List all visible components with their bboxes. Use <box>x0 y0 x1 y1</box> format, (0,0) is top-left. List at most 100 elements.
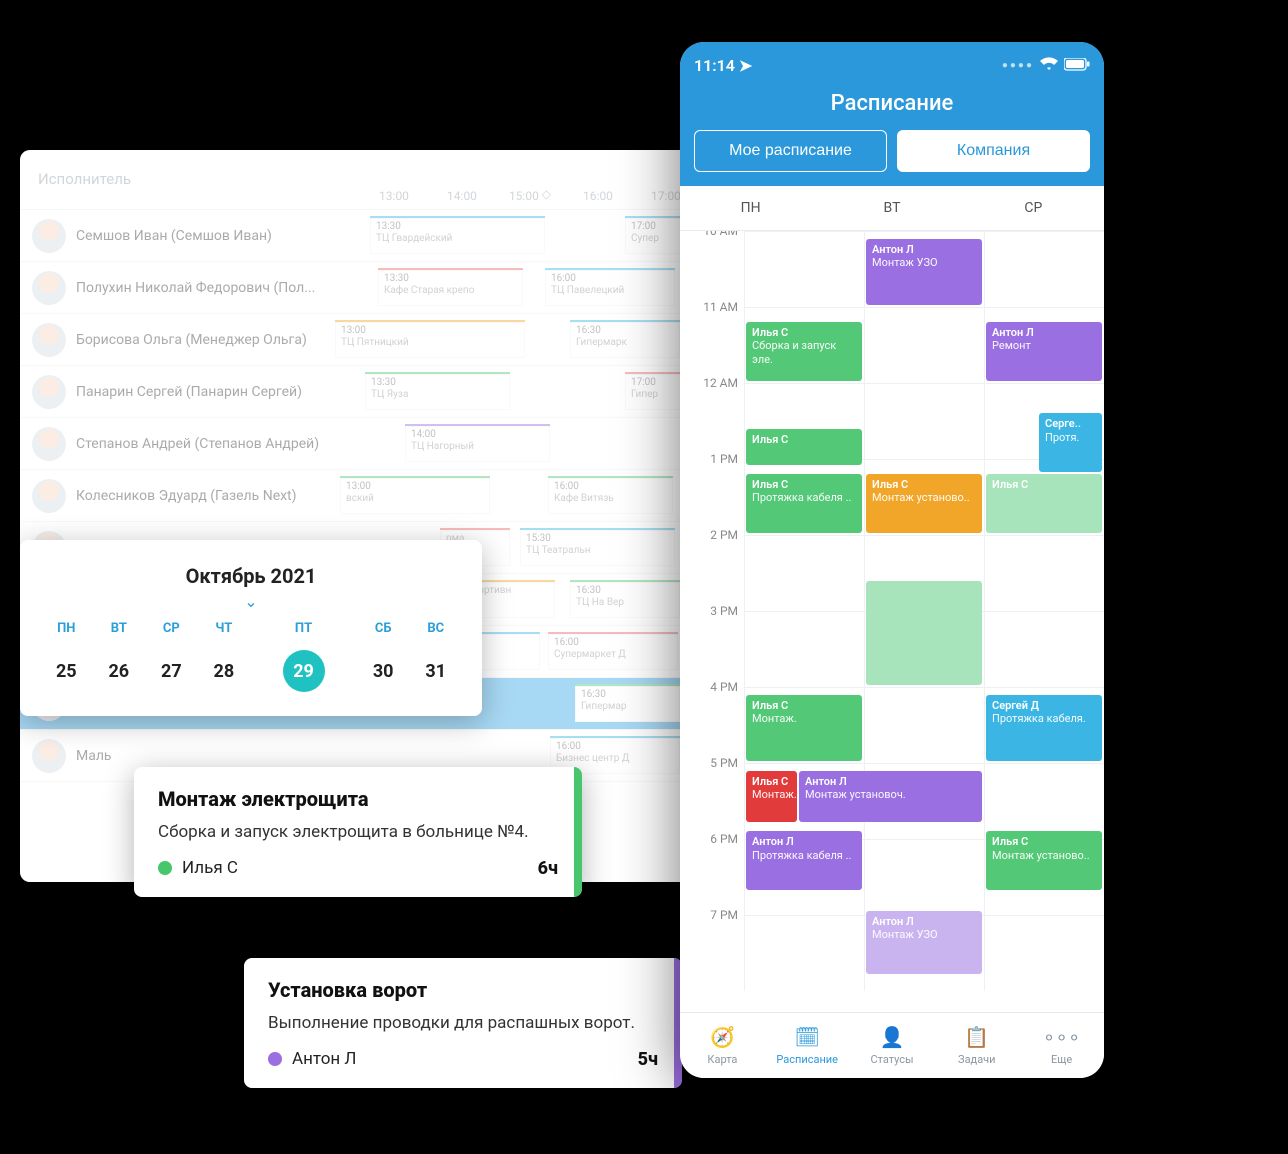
hour-label: 11 AM <box>680 300 738 314</box>
avatar <box>32 271 66 305</box>
performer-name: Семшов Иван (Семшов Иван) <box>76 228 272 244</box>
gantt-bar[interactable]: 16:00ТЦ Павелецкий <box>545 268 675 306</box>
hour-label: 6 PM <box>680 832 738 846</box>
gantt-row[interactable]: Семшов Иван (Семшов Иван) 13:30ТЦ Гвардей… <box>20 210 700 262</box>
gantt-bar[interactable]: 15:30ТЦ Театральн <box>520 528 675 566</box>
task-duration: 5ч <box>638 1049 658 1070</box>
battery-icon <box>1064 56 1090 75</box>
schedule-event[interactable]: Антон ЛРемонт <box>986 322 1102 381</box>
hour-label: 2 PM <box>680 528 738 542</box>
weekday-label: ВТ <box>93 621 146 644</box>
gantt-bar[interactable]: 14:00ТЦ Нагорный <box>405 424 550 462</box>
performer-name: Борисова Ольга (Менеджер Ольга) <box>76 332 307 348</box>
clipboard-icon: 📋 <box>964 1025 989 1049</box>
gantt-bar[interactable]: 16:30ТЦ На Вер <box>570 580 680 618</box>
tab-map[interactable]: 🧭Карта <box>680 1013 765 1078</box>
schedule-event[interactable]: Сергей ДПротяжка кабеля. <box>986 695 1102 761</box>
schedule-event[interactable]: Илья ССборка и запуск эле. <box>746 322 862 381</box>
gantt-bar[interactable]: 16:30Гипермар <box>575 684 680 722</box>
hour-label: 7 PM <box>680 908 738 922</box>
weekday-label: ВС <box>409 621 462 644</box>
schedule-event[interactable]: Илья СМонтаж установо.. <box>986 831 1102 890</box>
task-duration: 6ч <box>538 858 558 879</box>
calendar-icon: 🗓 <box>795 1025 820 1049</box>
user-status-icon: 👤 <box>880 1025 905 1049</box>
gantt-row[interactable]: Борисова Ольга (Менеджер Ольга) 13:00ТЦ П… <box>20 314 700 366</box>
schedule-event[interactable]: Антон ЛМонтаж установоч. <box>799 771 982 822</box>
tab-tasks[interactable]: 📋Задачи <box>934 1013 1019 1078</box>
day-header[interactable]: СР <box>963 186 1104 230</box>
hour-label: 5 PM <box>680 756 738 770</box>
avatar <box>32 427 66 461</box>
signal-dots-icon: ●●●● <box>1002 60 1034 71</box>
avatar <box>32 739 66 773</box>
gantt-bar[interactable]: 16:00Кафе Витязь <box>548 476 673 514</box>
avatar <box>32 375 66 409</box>
gantt-bar[interactable]: 13:30ТЦ Гвардейский <box>370 216 545 254</box>
avatar <box>32 479 66 513</box>
gantt-bar[interactable]: 13:00ТЦ Пятницкий <box>335 320 525 358</box>
time-tick: 16:00 <box>564 189 632 203</box>
task-card[interactable]: Установка ворот Выполнение проводки для … <box>244 958 682 1088</box>
performer-name: Полухин Николай Федорович (Пол... <box>76 280 315 296</box>
day-cell[interactable]: 31 <box>409 644 462 698</box>
gantt-row[interactable]: Степанов Андрей (Степанов Андрей) 14:00ТЦ… <box>20 418 700 470</box>
day-cell[interactable]: 27 <box>145 644 198 698</box>
gantt-row[interactable]: Колесников Эдуард (Газель Next)13:00вски… <box>20 470 700 522</box>
schedule-event[interactable]: Антон ЛМонтаж УЗО <box>866 239 982 305</box>
week-picker[interactable]: Октябрь 2021 ⌄ ПНВТСРЧТПТСБВС 2526272829… <box>20 540 482 716</box>
schedule-event[interactable] <box>866 581 982 685</box>
day-cell[interactable]: 29 <box>250 644 357 698</box>
schedule-event[interactable]: Илья С <box>986 474 1102 533</box>
hour-label: 3 PM <box>680 604 738 618</box>
gantt-bar[interactable]: 16:00Супермаркет Д <box>548 632 678 670</box>
schedule-event[interactable]: Илья С <box>746 429 862 465</box>
avatar <box>32 219 66 253</box>
task-desc: Выполнение проводки для распашных ворот. <box>268 1012 658 1035</box>
day-cell[interactable]: 26 <box>93 644 146 698</box>
tab-more[interactable]: ∘∘∘Еще <box>1019 1013 1104 1078</box>
schedule-event[interactable]: Илья СПротяжка кабеля .. <box>746 474 862 533</box>
schedule-event[interactable]: Антон ЛПротяжка кабеля .. <box>746 831 862 890</box>
schedule-event[interactable]: Илья СМонтаж. <box>746 771 797 822</box>
task-assignee: Антон Л <box>292 1049 356 1069</box>
tab-schedule[interactable]: 🗓Расписание <box>765 1013 850 1078</box>
schedule-event[interactable]: Илья СМонтаж. <box>746 695 862 761</box>
hour-label: 1 PM <box>680 452 738 466</box>
performer-name: Степанов Андрей (Степанов Андрей) <box>76 436 319 452</box>
time-tick: 13:00 <box>360 189 428 203</box>
gantt-bar[interactable]: 13:30Кафе Старая крепо <box>378 268 523 306</box>
day-cell[interactable]: 28 <box>198 644 251 698</box>
schedule-event[interactable]: Илья СМонтаж установо.. <box>866 474 982 533</box>
task-assignee: Илья С <box>182 858 238 878</box>
more-icon: ∘∘∘ <box>1043 1025 1081 1049</box>
wifi-icon <box>1040 56 1058 75</box>
tab-bar: 🧭Карта 🗓Расписание 👤Статусы 📋Задачи ∘∘∘Е… <box>680 1012 1104 1078</box>
task-title: Установка ворот <box>268 978 658 1002</box>
schedule-event[interactable]: Антон ЛМонтаж УЗО <box>866 911 982 974</box>
gantt-bar[interactable]: 13:00вский <box>340 476 490 514</box>
day-header[interactable]: ВТ <box>821 186 962 230</box>
week-title: Октябрь 2021 <box>40 564 462 588</box>
gantt-bar[interactable]: 13:30ТЦ Яуза <box>365 372 510 410</box>
tab-status[interactable]: 👤Статусы <box>850 1013 935 1078</box>
seg-company[interactable]: Компания <box>897 130 1090 172</box>
chevron-down-icon[interactable]: ⌄ <box>40 592 462 611</box>
weekday-label: СБ <box>357 621 410 644</box>
day-cell[interactable]: 30 <box>357 644 410 698</box>
schedule-event[interactable]: Серге..Протя. <box>1039 413 1102 472</box>
weekday-label: ПТ <box>250 621 357 644</box>
gantt-bar[interactable]: 17:00Гипер <box>625 372 685 410</box>
weekday-label: ПН <box>40 621 93 644</box>
hour-label: 4 PM <box>680 680 738 694</box>
phone-mockup: 11:14 ➤ ●●●● Расписание Мое расписание К… <box>680 42 1104 1078</box>
task-card[interactable]: Монтаж электрощита Сборка и запуск элект… <box>134 767 582 897</box>
gantt-bar[interactable]: 17:00Супер <box>625 216 685 254</box>
page-title: Расписание <box>694 91 1090 116</box>
time-tick: 15:00 ◇ <box>496 189 564 203</box>
gantt-row[interactable]: Панарин Сергей (Панарин Сергей)13:30ТЦ Я… <box>20 366 700 418</box>
time-tick: 14:00 <box>428 189 496 203</box>
gantt-row[interactable]: Полухин Николай Федорович (Пол... 13:30Ка… <box>20 262 700 314</box>
gantt-bar[interactable]: 16:30Гипермарк <box>570 320 680 358</box>
day-cell[interactable]: 25 <box>40 644 93 698</box>
